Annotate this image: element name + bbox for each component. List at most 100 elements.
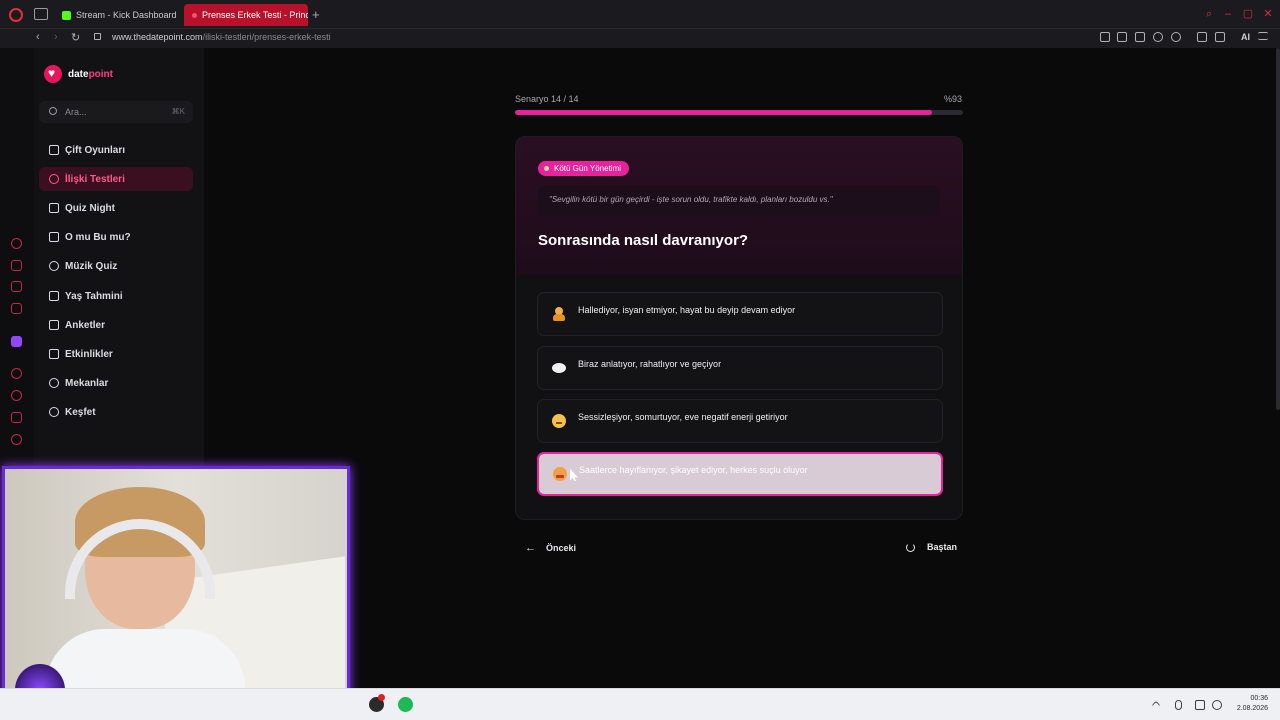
microphone-icon[interactable] xyxy=(1175,700,1182,710)
sidebar-item-mekanlar[interactable]: Mekanlar xyxy=(39,371,193,395)
player-icon[interactable] xyxy=(1153,32,1163,42)
sidebar-item-label: Yaş Tahmini xyxy=(65,290,123,302)
workspaces-icon[interactable] xyxy=(34,8,48,20)
clock-date: 2.08.2026 xyxy=(1236,705,1268,712)
calendar-icon xyxy=(49,349,59,359)
browser-sidebar xyxy=(0,48,34,468)
arrow-left-icon: ← xyxy=(525,542,536,554)
browser-tab-bar: Stream - Kick Dashboard Prenses Erkek Te… xyxy=(0,0,1280,29)
sidebar-item-muzik-quiz[interactable]: Müzik Quiz xyxy=(39,254,193,278)
question-card: Kötü Gün Yönetimi "Sevgilin kötü bir gün… xyxy=(515,136,963,520)
volume-icon[interactable] xyxy=(1212,700,1222,710)
main-content: Senaryo 14 / 14 %93 Kötü Gün Yönetimi "S… xyxy=(204,48,1276,688)
reload-icon[interactable]: ↻ xyxy=(71,31,80,44)
datepoint-favicon-icon xyxy=(192,12,197,18)
player-sidebar-icon[interactable] xyxy=(11,368,22,379)
answer-option-text: Sessizleşiyor, somurtuyor, eve negatif e… xyxy=(578,412,788,422)
minimize-icon[interactable]: – xyxy=(1222,8,1234,20)
flow-icon[interactable] xyxy=(11,260,22,271)
wallet-icon[interactable] xyxy=(1197,32,1207,42)
search-input[interactable]: Ara... ⌘K xyxy=(39,101,193,123)
bookmark-heart-icon[interactable] xyxy=(1171,32,1181,42)
progress-label: Senaryo 14 / 14 xyxy=(515,94,579,104)
heart-icon xyxy=(49,174,59,184)
tab-label: Prenses Erkek Testi - Princ xyxy=(202,10,308,20)
clock-icon[interactable] xyxy=(11,390,22,401)
network-icon[interactable] xyxy=(1195,700,1205,710)
progress-bar-fill xyxy=(515,110,932,115)
webcam-overlay: miav xyxy=(2,466,350,718)
answer-option-4[interactable]: Saatlerce hayıflanıyor, şikayet ediyor, … xyxy=(537,452,943,496)
tab-label: Stream - Kick Dashboard xyxy=(76,10,177,20)
headphones-icon xyxy=(49,261,59,271)
adblock-shield-icon[interactable] xyxy=(1135,32,1145,42)
streamer: miav xyxy=(35,479,245,715)
sidebar-item-cift-oyunlari[interactable]: Çift Oyunları xyxy=(39,138,193,162)
sidebar-item-kesfet[interactable]: Keşfet xyxy=(39,400,193,424)
close-window-icon[interactable]: ✕ xyxy=(1262,8,1274,20)
pin-icon[interactable] xyxy=(1100,32,1110,42)
grid-icon xyxy=(49,203,59,213)
tab-kick-dashboard[interactable]: Stream - Kick Dashboard xyxy=(54,4,180,26)
sidebar-item-label: Mekanlar xyxy=(65,377,109,389)
tab-prenses-erkek-testi[interactable]: Prenses Erkek Testi - Princ xyxy=(184,4,308,26)
snapshot-icon[interactable] xyxy=(1117,32,1127,42)
new-tab-plus-icon[interactable]: + xyxy=(312,7,320,22)
lock-icon[interactable] xyxy=(94,33,101,40)
sidebar-item-anketler[interactable]: Anketler xyxy=(39,313,193,337)
location-pin-icon xyxy=(49,378,59,388)
search-icon xyxy=(49,107,57,115)
spotify-icon[interactable] xyxy=(398,697,413,712)
sidebar-item-quiz-night[interactable]: Quiz Night xyxy=(39,196,193,220)
sidebar-item-etkinlikler[interactable]: Etkinlikler xyxy=(39,342,193,366)
answer-option-text: Biraz anlatıyor, rahatlıyor ve geçiyor xyxy=(578,359,722,369)
compass-icon xyxy=(49,407,59,417)
back-icon[interactable]: ‹ xyxy=(36,31,40,43)
kick-favicon-icon xyxy=(62,10,71,20)
twitch-icon[interactable] xyxy=(11,336,22,347)
brand-logo[interactable]: datepoint xyxy=(44,65,113,83)
page-scrollbar[interactable] xyxy=(1276,48,1280,410)
sidebar-item-yas-tahmini[interactable]: Yaş Tahmini xyxy=(39,284,193,308)
opera-logo-icon[interactable] xyxy=(9,8,23,22)
category-badge: Kötü Gün Yönetimi xyxy=(538,161,630,176)
clock[interactable]: 00:36 2.08.2026 xyxy=(1228,694,1268,714)
previous-button[interactable]: ← Önceki xyxy=(525,542,576,554)
settings-gear-icon[interactable] xyxy=(11,434,22,445)
answer-option-text: Hallediyor, isyan etmiyor, hayat bu deyi… xyxy=(578,305,796,315)
progress-bar xyxy=(515,110,963,115)
answer-option-1[interactable]: Hallediyor, isyan etmiyor, hayat bu deyi… xyxy=(537,292,943,336)
menu-icon[interactable] xyxy=(1258,32,1268,40)
question-title: Sonrasında nasıl davranıyor? xyxy=(538,232,749,249)
question-card-header: Kötü Gün Yönetimi "Sevgilin kötü bir gün… xyxy=(516,137,962,275)
scenario-text: "Sevgilin kötü bir gün geçirdi - işte so… xyxy=(538,186,940,216)
tray-chevron-up-icon[interactable] xyxy=(1151,700,1161,710)
sidebar-item-o-mu-bu-mu[interactable]: O mu Bu mu? xyxy=(39,225,193,249)
gamepad-icon xyxy=(49,145,59,155)
restart-icon xyxy=(906,542,915,552)
whatsapp-icon[interactable] xyxy=(11,303,22,314)
sidebar-item-iliski-testleri[interactable]: İlişki Testleri xyxy=(39,167,193,191)
search-placeholder: Ara... xyxy=(65,107,87,117)
search-shortcut: ⌘K xyxy=(171,107,185,116)
speech-bubble-icon xyxy=(552,363,566,373)
maximize-icon[interactable]: ▢ xyxy=(1242,8,1254,20)
sidebar-item-label: Keşfet xyxy=(65,406,96,418)
sidebar-item-label: Quiz Night xyxy=(65,202,115,214)
progress-percent: %93 xyxy=(944,94,963,104)
history-icon[interactable] xyxy=(11,238,22,249)
search-tabs-icon[interactable]: ⌕ xyxy=(1203,8,1215,20)
address-bar: ‹ › ↻ www.thedatepoint.com/iliski-testle… xyxy=(0,29,1280,48)
restart-button[interactable]: Baştan xyxy=(906,542,957,552)
messenger-icon[interactable] xyxy=(11,281,22,292)
sidebar-item-label: Etkinlikler xyxy=(65,348,113,360)
download-icon[interactable] xyxy=(1215,32,1225,42)
forward-icon[interactable]: › xyxy=(54,31,58,43)
answer-option-3[interactable]: Sessizleşiyor, somurtuyor, eve negatif e… xyxy=(537,399,943,443)
aria-ai-button[interactable]: AI xyxy=(1241,32,1250,42)
url-field[interactable]: www.thedatepoint.com/iliski-testleri/pre… xyxy=(112,32,331,42)
taskbar: 00:36 2.08.2026 xyxy=(0,688,1280,720)
extensions-icon[interactable] xyxy=(11,412,22,423)
person-icon xyxy=(49,291,59,301)
answer-option-2[interactable]: Biraz anlatıyor, rahatlıyor ve geçiyor xyxy=(537,346,943,390)
